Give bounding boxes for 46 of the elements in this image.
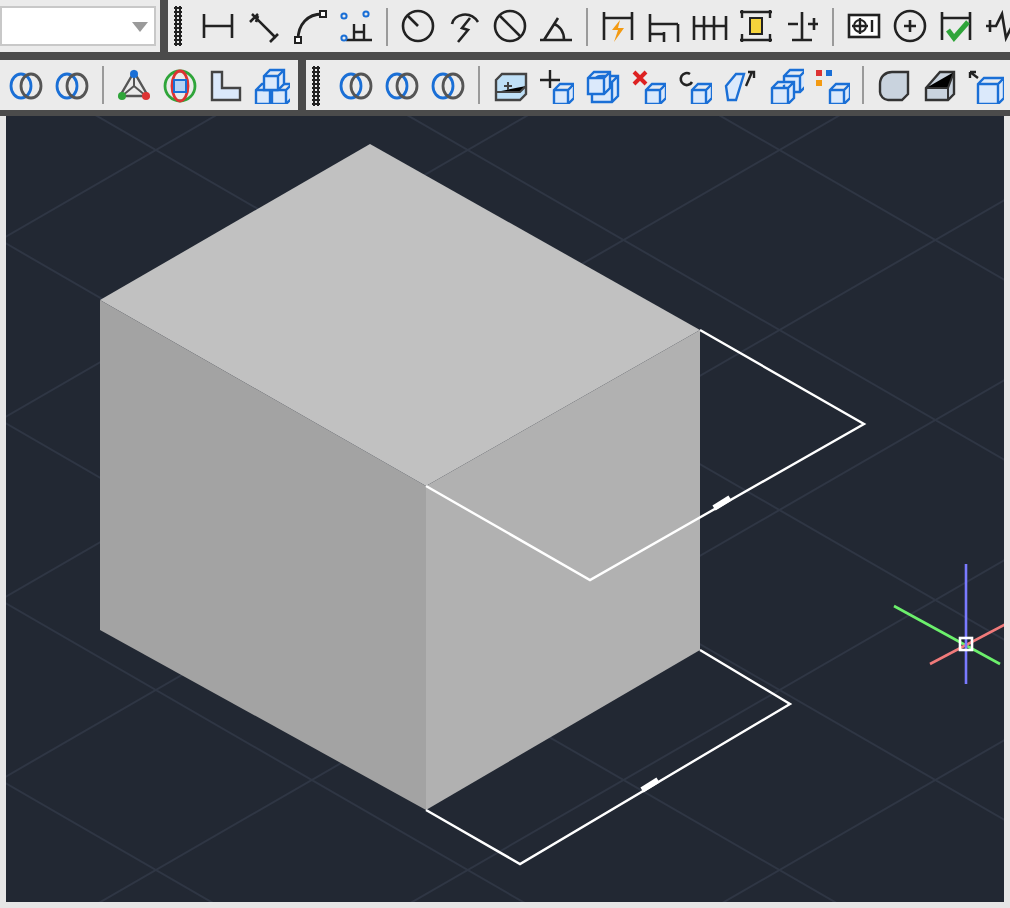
overlapping-circles-icon: [338, 67, 374, 103]
offset-face-icon: [584, 67, 620, 103]
chamfered-solid-icon: [922, 67, 958, 103]
inspection-dimension-icon: [938, 8, 974, 44]
triangle-gizmo-icon: [116, 67, 152, 103]
orbit-sphere-icon: [162, 67, 198, 103]
taper-face-icon: [722, 67, 758, 103]
rotate-face-icon: [676, 67, 712, 103]
jogged-line-icon: [984, 8, 1010, 44]
overlapping-circles-icon: [8, 67, 44, 103]
toolbar-grip[interactable]: [174, 6, 182, 46]
overlapping-circles-icon: [384, 67, 420, 103]
ordinate-dimension-icon: [338, 8, 374, 44]
shell-solid-icon: [968, 67, 1004, 103]
arc-dimension-icon: [292, 8, 328, 44]
overlapping-circles-icon: [430, 67, 466, 103]
toolbar-grip[interactable]: [312, 65, 320, 105]
l-shape-icon: [208, 67, 244, 103]
ucs-axes-icon: [893, 564, 1004, 684]
jogged-radius-icon: [446, 8, 482, 44]
extrude-face-icon: [492, 67, 528, 103]
aligned-dimension-icon: [246, 8, 282, 44]
diameter-dimension-button[interactable]: [488, 4, 532, 48]
stacked-cubes-button[interactable]: [250, 63, 294, 107]
radius-dimension-button[interactable]: [396, 4, 440, 48]
dimension-space-button[interactable]: [734, 4, 778, 48]
arc-dimension-button[interactable]: [288, 4, 332, 48]
rounded-solid-icon: [876, 67, 912, 103]
baseline-dimension-icon: [646, 8, 682, 44]
dimension-space-icon: [738, 8, 774, 44]
center-mark-button[interactable]: [888, 4, 932, 48]
ordinate-dimension-button[interactable]: [334, 4, 378, 48]
diameter-dimension-icon: [492, 8, 528, 44]
delete-face-icon: [630, 67, 666, 103]
center-mark-icon: [892, 8, 928, 44]
color-face-icon: [814, 67, 850, 103]
stacked-cubes-icon: [254, 67, 290, 103]
linear-dimension-icon: [200, 8, 236, 44]
move-face-icon: [538, 67, 574, 103]
overlapping-circles-icon: [54, 67, 90, 103]
quick-dimension-icon: [600, 8, 636, 44]
tolerance-icon: [846, 8, 882, 44]
radius-dimension-icon: [400, 8, 436, 44]
dimension-break-icon: [784, 8, 820, 44]
caret-icon: [132, 21, 148, 31]
copy-face-icon: [768, 67, 804, 103]
